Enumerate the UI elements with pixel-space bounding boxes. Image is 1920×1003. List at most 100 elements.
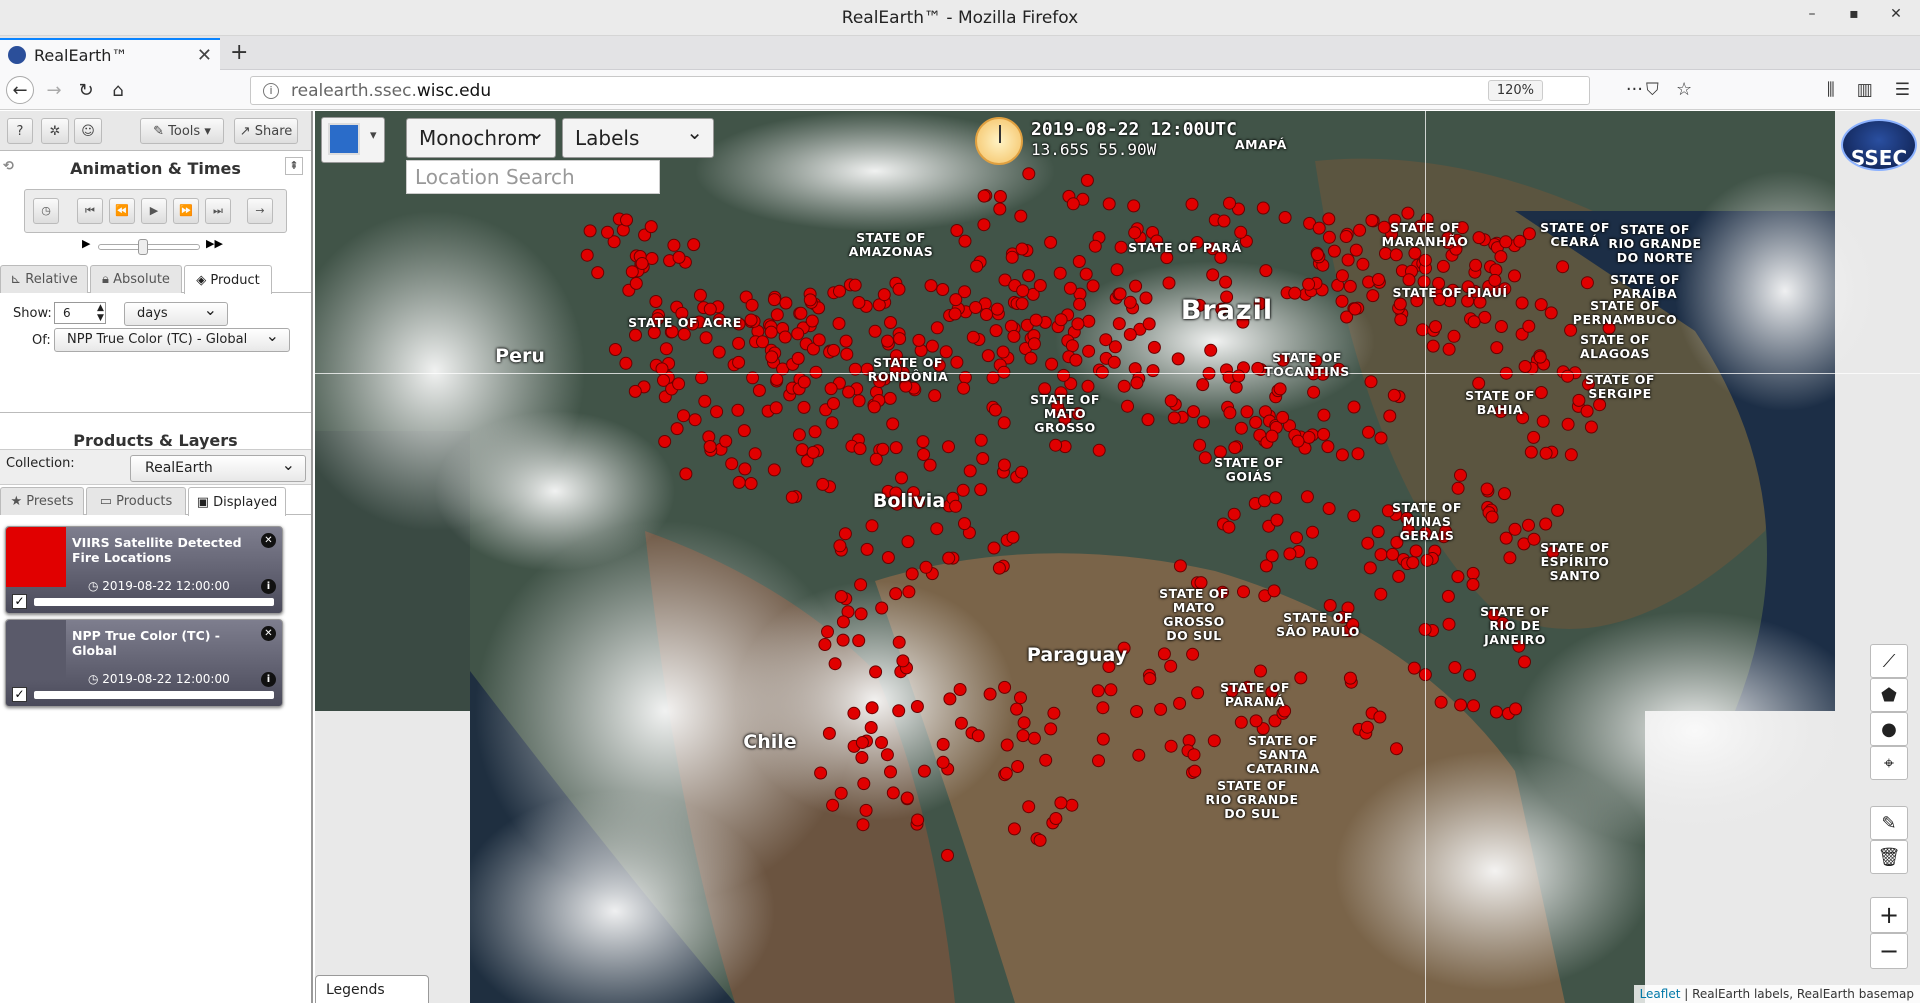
fire-marker[interactable]	[797, 400, 811, 414]
fire-marker[interactable]	[770, 372, 784, 386]
fire-marker[interactable]	[1317, 408, 1331, 422]
fire-marker[interactable]	[1362, 425, 1375, 439]
bookmark-star-icon[interactable]: ☆	[1676, 79, 1692, 100]
fire-marker[interactable]	[1522, 319, 1536, 333]
fire-marker[interactable]	[1373, 710, 1387, 724]
fire-marker[interactable]	[1065, 339, 1079, 353]
fire-marker[interactable]	[980, 308, 993, 321]
fire-marker[interactable]	[834, 786, 848, 800]
fire-marker[interactable]	[1408, 246, 1422, 260]
fire-marker[interactable]	[854, 607, 868, 621]
layer-switcher-button[interactable]: ▾	[321, 117, 385, 163]
fire-marker[interactable]	[860, 542, 874, 556]
fire-marker[interactable]	[916, 435, 930, 449]
fire-marker[interactable]	[629, 328, 642, 342]
fire-marker[interactable]	[745, 298, 759, 312]
fire-marker[interactable]	[1022, 269, 1036, 283]
fire-marker[interactable]	[1132, 748, 1146, 762]
fire-marker[interactable]	[703, 440, 717, 453]
fire-marker[interactable]	[1436, 259, 1450, 273]
fire-marker[interactable]	[833, 284, 846, 298]
fire-marker[interactable]	[1096, 732, 1110, 746]
remove-layer-icon[interactable]: ✕	[261, 626, 276, 641]
fire-marker[interactable]	[1499, 531, 1513, 545]
fire-marker[interactable]	[1494, 320, 1508, 333]
fire-marker[interactable]	[1503, 551, 1517, 565]
back-button[interactable]: ←	[6, 76, 34, 104]
fire-marker[interactable]	[1007, 329, 1021, 343]
fire-marker[interactable]	[1249, 415, 1263, 429]
fire-marker[interactable]	[1508, 522, 1522, 536]
fire-marker[interactable]	[1402, 273, 1416, 287]
fire-marker[interactable]	[635, 257, 649, 270]
zoom-indicator[interactable]: 120%	[1487, 80, 1543, 101]
fire-marker[interactable]	[1343, 671, 1357, 685]
fire-marker[interactable]	[1057, 368, 1071, 382]
fire-marker[interactable]	[963, 464, 977, 478]
home-button[interactable]: ⌂	[104, 76, 132, 104]
fire-marker[interactable]	[1049, 812, 1063, 825]
fire-marker[interactable]	[1054, 796, 1068, 810]
tab-absolute[interactable]: 🔒︎ Absolute	[90, 265, 182, 293]
fire-marker[interactable]	[1027, 731, 1041, 745]
fire-marker[interactable]	[1442, 342, 1456, 356]
fire-marker[interactable]	[877, 288, 891, 302]
fire-marker[interactable]	[732, 475, 746, 489]
fire-marker[interactable]	[1327, 244, 1341, 258]
fire-marker[interactable]	[1561, 369, 1575, 383]
fire-marker[interactable]	[625, 265, 639, 279]
layer-visible-checkbox[interactable]: ✓	[12, 594, 27, 609]
fire-marker[interactable]	[990, 302, 1004, 316]
fire-marker[interactable]	[620, 213, 633, 227]
fire-marker[interactable]	[826, 798, 840, 812]
fire-marker[interactable]	[838, 527, 852, 541]
fire-marker[interactable]	[1143, 672, 1157, 686]
layer-card-fires[interactable]: VIIRS Satellite Detected Fire Locations …	[5, 526, 283, 614]
fire-marker[interactable]	[1219, 275, 1233, 289]
close-tab-icon[interactable]: ✕	[197, 45, 212, 66]
fire-marker[interactable]	[1044, 722, 1058, 736]
fire-marker[interactable]	[1234, 421, 1248, 435]
fire-marker[interactable]	[677, 327, 691, 341]
fire-marker[interactable]	[1173, 559, 1187, 573]
fire-marker[interactable]	[1273, 382, 1287, 396]
fire-marker[interactable]	[797, 375, 811, 389]
fire-marker[interactable]	[738, 462, 752, 476]
fire-marker[interactable]	[1011, 760, 1025, 773]
fire-marker[interactable]	[1157, 647, 1171, 661]
fire-marker[interactable]	[1360, 720, 1374, 734]
fire-marker[interactable]	[1335, 448, 1349, 462]
fire-marker[interactable]	[902, 585, 916, 599]
first-frame-button[interactable]: ⏮	[77, 198, 103, 224]
fire-marker[interactable]	[1480, 482, 1494, 496]
fire-marker[interactable]	[833, 539, 847, 553]
fire-marker[interactable]	[1304, 556, 1318, 570]
fire-marker[interactable]	[1265, 549, 1279, 563]
page-actions-icon[interactable]: ···	[1626, 79, 1643, 100]
fire-marker[interactable]	[993, 202, 1007, 216]
fire-marker[interactable]	[1240, 405, 1254, 419]
fire-marker[interactable]	[791, 327, 805, 341]
fire-marker[interactable]	[580, 248, 594, 262]
fire-marker[interactable]	[1572, 393, 1586, 407]
fire-marker[interactable]	[710, 405, 724, 419]
fire-marker[interactable]	[1196, 378, 1210, 392]
fire-marker[interactable]	[1014, 209, 1028, 223]
browser-tab[interactable]: RealEarth™ ✕	[0, 38, 220, 70]
fire-marker[interactable]	[884, 765, 897, 779]
fire-marker[interactable]	[712, 345, 726, 359]
time-unit-select[interactable]: days	[124, 299, 228, 326]
fire-marker[interactable]	[1322, 502, 1336, 515]
fire-marker[interactable]	[1454, 698, 1468, 712]
fire-marker[interactable]	[791, 351, 805, 365]
fire-marker[interactable]	[1223, 406, 1237, 420]
fire-marker[interactable]	[869, 665, 883, 679]
legends-toggle[interactable]: Legends	[315, 975, 429, 1003]
share-button[interactable]: ↗ Share	[234, 118, 298, 144]
fire-marker[interactable]	[1533, 350, 1547, 364]
fire-marker[interactable]	[1096, 701, 1110, 715]
fire-marker[interactable]	[1426, 339, 1440, 353]
fire-marker[interactable]	[1401, 206, 1415, 220]
fire-marker[interactable]	[1539, 517, 1553, 531]
fire-marker[interactable]	[1580, 404, 1594, 418]
